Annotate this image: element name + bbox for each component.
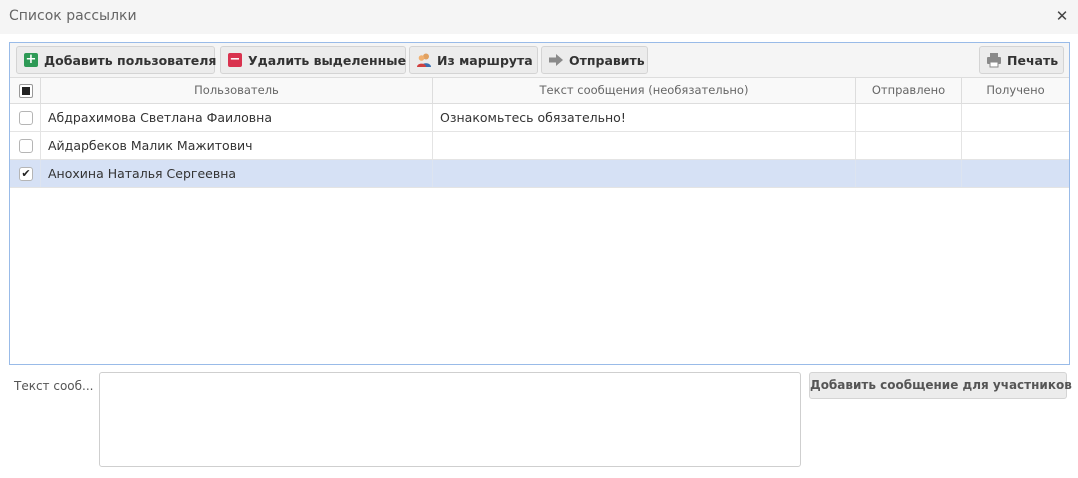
- printer-icon: [986, 52, 1002, 68]
- table-row[interactable]: Айдарбеков Малик Мажитович: [10, 132, 1069, 160]
- message-cell[interactable]: [433, 160, 856, 187]
- row-checkbox-checked[interactable]: ✔: [19, 167, 33, 181]
- mailing-list-window: Список рассылки ✕ + Добавить пользовател…: [0, 0, 1078, 478]
- plus-square-icon: +: [24, 52, 38, 67]
- add-user-button[interactable]: + Добавить пользователя: [16, 46, 217, 74]
- column-header-received[interactable]: Получено: [962, 78, 1069, 103]
- user-cell: Анохина Наталья Сергеевна: [41, 160, 433, 187]
- select-all-header: [10, 78, 41, 103]
- table-row[interactable]: Абдрахимова Светлана Фаиловна Ознакомьте…: [10, 104, 1069, 132]
- send-button[interactable]: Отправить: [541, 46, 648, 74]
- send-label: Отправить: [569, 52, 645, 68]
- received-cell: [962, 160, 1069, 187]
- delete-selected-label: Удалить выделенные: [248, 52, 407, 68]
- minus-square-icon: −: [228, 52, 242, 67]
- user-cell: Айдарбеков Малик Мажитович: [41, 132, 433, 159]
- arrow-right-icon: [548, 52, 564, 68]
- row-checkbox[interactable]: [19, 139, 33, 153]
- row-check-cell: ✔: [10, 160, 41, 187]
- column-header-sent[interactable]: Отправлено: [856, 78, 962, 103]
- delete-selected-button[interactable]: − Удалить выделенные: [220, 46, 406, 74]
- column-header-user[interactable]: Пользователь: [41, 78, 433, 103]
- message-cell[interactable]: Ознакомьтесь обязательно!: [433, 104, 856, 131]
- message-text-label: Текст сооб...: [14, 379, 94, 393]
- print-label: Печать: [1007, 52, 1059, 68]
- add-user-label: Добавить пользователя: [44, 52, 217, 68]
- users-icon: [416, 52, 432, 68]
- user-cell: Абдрахимова Светлана Фаиловна: [41, 104, 433, 131]
- received-cell: [962, 104, 1069, 131]
- add-message-button[interactable]: Добавить сообщение для участников: [809, 372, 1072, 399]
- print-button[interactable]: Печать: [979, 46, 1064, 74]
- mailing-grid-panel: + Добавить пользователя − Удалить выделе…: [9, 42, 1070, 365]
- row-checkbox[interactable]: [19, 111, 33, 125]
- window-titlebar: Список рассылки ✕: [0, 0, 1078, 34]
- sent-cell: [856, 160, 962, 187]
- window-title: Список рассылки: [9, 8, 137, 24]
- select-all-checkbox[interactable]: [19, 84, 33, 98]
- message-textarea[interactable]: [99, 372, 801, 467]
- sent-cell: [856, 104, 962, 131]
- row-check-cell: [10, 132, 41, 159]
- from-route-button[interactable]: Из маршрута: [409, 46, 538, 74]
- received-cell: [962, 132, 1069, 159]
- message-cell[interactable]: [433, 132, 856, 159]
- grid-toolbar: + Добавить пользователя − Удалить выделе…: [10, 43, 1069, 78]
- column-header-message[interactable]: Текст сообщения (необязательно): [433, 78, 856, 103]
- sent-cell: [856, 132, 962, 159]
- from-route-label: Из маршрута: [437, 52, 533, 68]
- grid-header: Пользователь Текст сообщения (необязател…: [10, 78, 1069, 104]
- table-row-selected[interactable]: ✔ Анохина Наталья Сергеевна: [10, 160, 1069, 188]
- close-icon[interactable]: ✕: [1054, 7, 1070, 25]
- row-check-cell: [10, 104, 41, 131]
